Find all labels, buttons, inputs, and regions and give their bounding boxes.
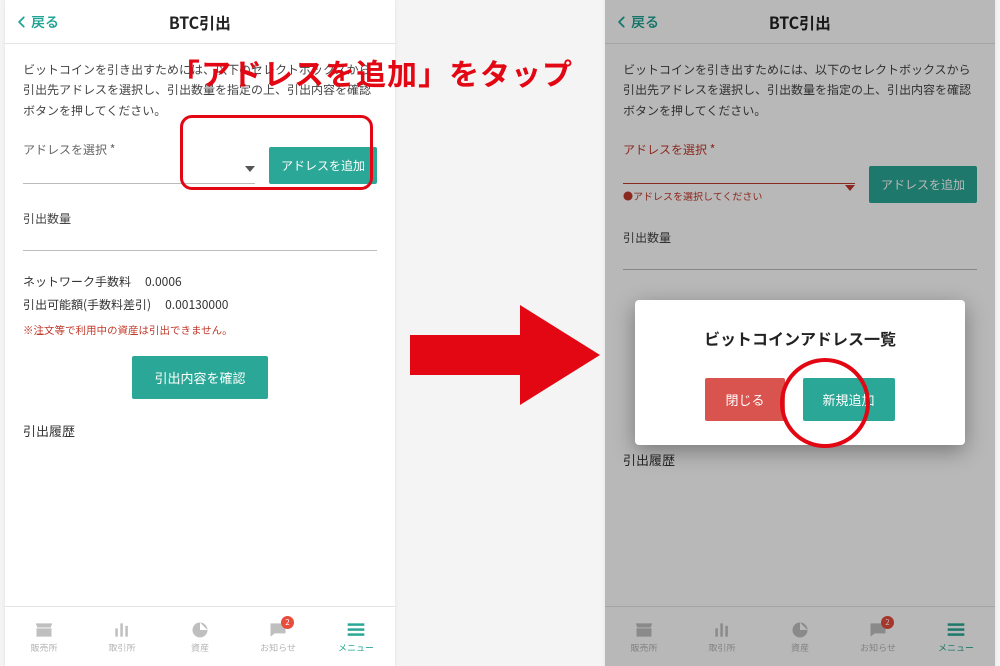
shop-icon	[34, 620, 54, 638]
nav-notifications[interactable]: 2 お知らせ	[239, 607, 317, 666]
back-label: 戻る	[31, 12, 59, 32]
arrow-icon	[410, 300, 600, 410]
phone-screen-after: 戻る BTC引出 ビットコインを引き出すためには、以下のセレクトボックスから引出…	[605, 0, 995, 666]
notification-badge: 2	[281, 616, 294, 629]
add-address-button[interactable]: アドレスを追加	[869, 166, 977, 203]
available-value: 0.00130000	[165, 296, 228, 313]
available-label: 引出可能額(手数料差引)	[23, 296, 151, 313]
chat-icon: 2	[268, 620, 288, 638]
address-select-error: ●アドレスを選択してください	[623, 188, 855, 203]
nav-assets[interactable]: 資産	[161, 607, 239, 666]
back-button[interactable]: 戻る	[615, 0, 659, 44]
phone-screen-before: 戻る BTC引出 ビットコインを引き出すためには、以下のセレクトボックスから引出…	[5, 0, 395, 666]
page-title: BTC引出	[169, 10, 231, 34]
overlay-instruction: 「アドレスを追加」をタップ	[170, 50, 573, 94]
caret-down-icon	[845, 180, 855, 197]
history-heading: 引出履歴	[623, 450, 977, 469]
nav-label: メニュー	[338, 641, 374, 654]
qty-label: 引出数量	[23, 210, 377, 231]
hamburger-icon	[946, 620, 966, 638]
qty-input[interactable]	[23, 231, 377, 251]
nav-exchange[interactable]: 取引所	[683, 607, 761, 666]
chevron-left-icon	[615, 15, 629, 29]
nav-label: 販売所	[30, 641, 57, 654]
warning-text: ※注文等で利用中の資産は引出できません。	[23, 323, 377, 338]
address-select[interactable]: アドレスを選択 * ●アドレスを選択してください	[623, 141, 855, 203]
nav-menu[interactable]: メニュー	[317, 607, 395, 666]
address-select-input[interactable]	[623, 164, 855, 184]
nav-label: メニュー	[938, 641, 974, 654]
page-title: BTC引出	[769, 10, 831, 34]
address-select-label: アドレスを選択 *	[23, 141, 255, 164]
shop-icon	[634, 620, 654, 638]
confirm-withdraw-button[interactable]: 引出内容を確認	[132, 356, 267, 399]
withdraw-description: ビットコインを引き出すためには、以下のセレクトボックスから引出先アドレスを選択し…	[623, 60, 977, 133]
network-fee-value: 0.0006	[145, 273, 182, 290]
nav-label: お知らせ	[860, 641, 896, 654]
address-select-label: アドレスを選択 *	[623, 141, 855, 164]
hamburger-icon	[346, 620, 366, 638]
app-header: 戻る BTC引出	[605, 0, 995, 44]
qty-input[interactable]	[623, 250, 977, 270]
add-address-button[interactable]: アドレスを追加	[269, 147, 377, 184]
chevron-left-icon	[15, 15, 29, 29]
back-button[interactable]: 戻る	[15, 0, 59, 44]
nav-sales[interactable]: 販売所	[605, 607, 683, 666]
chart-bars-icon	[712, 620, 732, 638]
caret-down-icon	[245, 161, 255, 178]
nav-label: 取引所	[108, 641, 135, 654]
nav-sales[interactable]: 販売所	[5, 607, 83, 666]
nav-exchange[interactable]: 取引所	[83, 607, 161, 666]
nav-label: 取引所	[708, 641, 735, 654]
address-select[interactable]: アドレスを選択 *	[23, 141, 255, 184]
bottom-nav: 販売所 取引所 資産 2 お知らせ メニュー	[5, 606, 395, 666]
notification-badge: 2	[881, 616, 894, 629]
modal-close-button[interactable]: 閉じる	[705, 378, 784, 421]
network-fee-label: ネットワーク手数料	[23, 273, 131, 290]
nav-label: お知らせ	[260, 641, 296, 654]
bottom-nav: 販売所 取引所 資産 2 お知らせ メニュー	[605, 606, 995, 666]
nav-notifications[interactable]: 2 お知らせ	[839, 607, 917, 666]
qty-label: 引出数量	[623, 229, 977, 250]
chart-bars-icon	[112, 620, 132, 638]
nav-label: 資産	[791, 641, 809, 654]
modal-add-new-button[interactable]: 新規追加	[803, 378, 895, 421]
nav-assets[interactable]: 資産	[761, 607, 839, 666]
address-select-input[interactable]	[23, 164, 255, 184]
back-label: 戻る	[631, 12, 659, 32]
nav-label: 販売所	[630, 641, 657, 654]
address-list-modal: ビットコインアドレス一覧 閉じる 新規追加	[635, 300, 965, 445]
pie-icon	[190, 620, 210, 638]
nav-menu[interactable]: メニュー	[917, 607, 995, 666]
chat-icon: 2	[868, 620, 888, 638]
app-header: 戻る BTC引出	[5, 0, 395, 44]
modal-title: ビットコインアドレス一覧	[655, 326, 945, 350]
history-heading: 引出履歴	[23, 421, 377, 440]
pie-icon	[790, 620, 810, 638]
nav-label: 資産	[191, 641, 209, 654]
